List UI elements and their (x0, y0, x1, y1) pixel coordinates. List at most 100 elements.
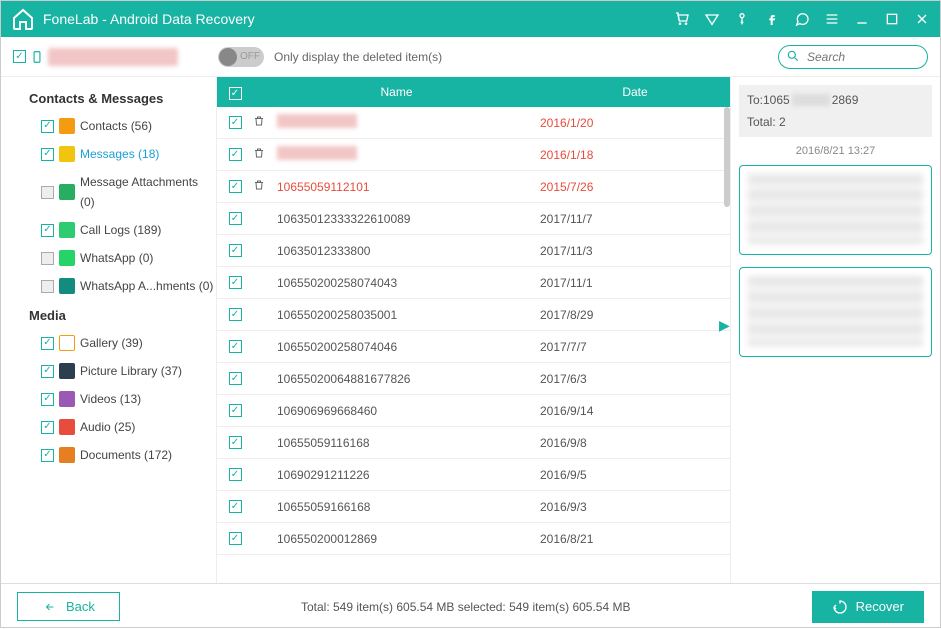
titlebar: FoneLab - Android Data Recovery (1, 1, 940, 37)
row-checkbox[interactable]: ✓ (229, 276, 242, 289)
sidebar-item-label: Picture Library (37) (80, 361, 182, 381)
sidebar-item[interactable]: ✓Documents (172) (11, 441, 216, 469)
checkbox[interactable]: ✓ (41, 337, 54, 350)
recover-button[interactable]: Recover (812, 591, 924, 623)
checkbox[interactable]: ✓ (41, 280, 54, 293)
checkbox[interactable]: ✓ (41, 393, 54, 406)
sidebar-item-label: Contacts (56) (80, 116, 152, 136)
table-row[interactable]: ✓106550591161682016/9/8 (217, 427, 730, 459)
sidebar-item[interactable]: ✓WhatsApp A...hments (0) (11, 272, 216, 300)
category-icon (59, 335, 75, 351)
table-row[interactable]: ✓ 2016/1/20 (217, 107, 730, 139)
sidebar-item-label: Videos (13) (80, 389, 141, 409)
row-name: 10635012333800 (273, 244, 540, 258)
facebook-icon[interactable] (764, 11, 780, 27)
row-checkbox[interactable]: ✓ (229, 244, 242, 257)
row-checkbox[interactable]: ✓ (229, 180, 242, 193)
select-all-checkbox[interactable]: ✓ (229, 87, 242, 100)
row-checkbox[interactable]: ✓ (229, 500, 242, 513)
row-checkbox[interactable]: ✓ (229, 404, 242, 417)
row-name: 10690291211226 (273, 468, 540, 482)
row-name: 106906969668460 (273, 404, 540, 418)
sidebar-item[interactable]: ✓ Message Attachments (0) (11, 168, 216, 216)
checkbox[interactable]: ✓ (41, 421, 54, 434)
table-row[interactable]: ✓106350123338002017/11/3 (217, 235, 730, 267)
sidebar-item[interactable]: ✓Messages (18) (11, 140, 216, 168)
section-contacts-messages: Contacts & Messages (29, 91, 216, 106)
category-icon (59, 419, 75, 435)
table-body[interactable]: ✓ 2016/1/20 ✓2016/1/18✓106550591121012015/… (217, 107, 730, 583)
sidebar-item[interactable]: ✓Gallery (39) (11, 329, 216, 357)
table-row[interactable]: ✓106550591121012015/7/26 (217, 171, 730, 203)
checkbox[interactable]: ✓ (41, 186, 54, 199)
table-row[interactable]: ✓2016/1/18 (217, 139, 730, 171)
toolbar: ✓ OFF Only display the deleted item(s) (1, 37, 940, 77)
row-checkbox[interactable]: ✓ (229, 212, 242, 225)
row-date: 2017/7/7 (540, 340, 730, 354)
sidebar-item[interactable]: ✓ Picture Library (37) (11, 357, 216, 385)
row-name: 106550200258035001 (273, 308, 540, 322)
checkbox[interactable]: ✓ (41, 148, 54, 161)
table-row[interactable]: ✓106902912112262016/9/5 (217, 459, 730, 491)
row-checkbox[interactable]: ✓ (229, 340, 242, 353)
sidebar-item-label: Message Attachments (0) (80, 172, 216, 212)
row-date: 2015/7/26 (540, 180, 730, 194)
row-checkbox[interactable]: ✓ (229, 148, 242, 161)
row-name: 10655059166168 (273, 500, 540, 514)
data-table: ✓ Name Date ✓2016/1/20✓2016/1/18✓1065505… (217, 77, 730, 583)
column-name[interactable]: Name (253, 85, 540, 99)
menu-icon[interactable] (824, 11, 840, 27)
row-date: 2016/1/20 (540, 116, 730, 130)
row-name: 10635012333322610089 (273, 212, 540, 226)
row-checkbox[interactable]: ✓ (229, 116, 242, 129)
close-icon[interactable] (914, 11, 930, 27)
device-selector[interactable]: ✓ (13, 48, 178, 66)
table-row[interactable]: ✓106350123333226100892017/11/7 (217, 203, 730, 235)
checkbox[interactable]: ✓ (41, 365, 54, 378)
maximize-icon[interactable] (884, 11, 900, 27)
minimize-icon[interactable] (854, 11, 870, 27)
table-row[interactable]: ✓1065502000128692016/8/21 (217, 523, 730, 555)
table-row[interactable]: ✓106550591661682016/9/3 (217, 491, 730, 523)
chat-icon[interactable] (794, 11, 810, 27)
cart-icon[interactable] (674, 11, 690, 27)
checkbox[interactable]: ✓ (41, 224, 54, 237)
sidebar-item[interactable]: ✓WhatsApp (0) (11, 244, 216, 272)
checkbox[interactable]: ✓ (41, 120, 54, 133)
preview-total: Total: 2 (747, 115, 924, 129)
trash-icon (253, 115, 273, 130)
key-icon[interactable] (734, 11, 750, 27)
sidebar-item[interactable]: ✓ Contacts (56) (11, 112, 216, 140)
row-checkbox[interactable]: ✓ (229, 532, 242, 545)
row-checkbox[interactable]: ✓ (229, 308, 242, 321)
toggle-deleted-only[interactable]: OFF (218, 47, 264, 67)
expand-arrow-icon[interactable]: ▶ (719, 317, 730, 334)
app-title: FoneLab - Android Data Recovery (43, 11, 674, 27)
column-date[interactable]: Date (540, 85, 730, 99)
row-name (273, 146, 540, 163)
status-text: Total: 549 item(s) 605.54 MB selected: 5… (136, 600, 796, 614)
table-row[interactable]: ✓1065502002580350012017/8/29 (217, 299, 730, 331)
category-icon (59, 250, 75, 266)
back-button[interactable]: Back (17, 592, 120, 621)
table-row[interactable]: ✓ 1065502002580740462017/7/7 (217, 331, 730, 363)
sidebar-item-label: Audio (25) (80, 417, 135, 437)
preview-to: To:10652869 (747, 93, 924, 107)
table-row[interactable]: ✓106550200648816778262017/6/3 (217, 363, 730, 395)
row-checkbox[interactable]: ✓ (229, 468, 242, 481)
checkbox[interactable]: ✓ (41, 449, 54, 462)
device-name-redacted (48, 48, 178, 66)
sidebar-item[interactable]: ✓Call Logs (189) (11, 216, 216, 244)
table-row[interactable]: ✓1069069696684602016/9/14 (217, 395, 730, 427)
checkbox[interactable]: ✓ (41, 252, 54, 265)
sidebar-item[interactable]: ✓ Audio (25) (11, 413, 216, 441)
wifi-icon[interactable] (704, 11, 720, 27)
row-checkbox[interactable]: ✓ (229, 436, 242, 449)
row-checkbox[interactable]: ✓ (229, 372, 242, 385)
recover-icon (832, 599, 848, 615)
table-row[interactable]: ✓1065502002580740432017/11/1 (217, 267, 730, 299)
row-name: 106550200258074046 (273, 340, 540, 354)
sidebar-item[interactable]: ✓ Videos (13) (11, 385, 216, 413)
home-icon[interactable] (11, 7, 35, 31)
search-input[interactable] (778, 45, 928, 69)
